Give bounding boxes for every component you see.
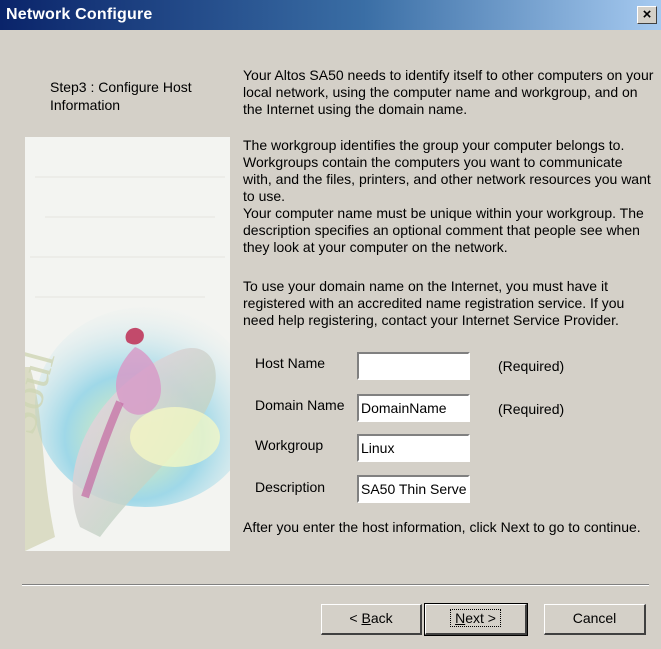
host-name-required-note: (Required) (498, 358, 565, 374)
domain-name-label: Domain Name (255, 397, 345, 413)
next-button-label: Next > (450, 609, 501, 627)
workgroup-label: Workgroup (255, 437, 324, 453)
back-button-label: < Back (349, 610, 393, 626)
description-input[interactable] (357, 475, 470, 503)
close-icon: × (642, 6, 652, 23)
domain-name-input[interactable] (357, 394, 470, 422)
domain-name-required-note: (Required) (498, 401, 565, 417)
wizard-side-image: Soul (25, 137, 230, 551)
window-title: Network Configure (6, 6, 153, 23)
host-name-label: Host Name (255, 355, 326, 371)
intro-paragraph: Your Altos SA50 needs to identify itself… (243, 67, 654, 117)
network-configure-dialog: Network Configure × Step3 : Configure Ho… (0, 0, 661, 649)
title-bar[interactable]: Network Configure × (0, 0, 661, 30)
cancel-button-label: Cancel (572, 610, 617, 626)
cancel-button[interactable]: Cancel (544, 604, 646, 635)
workgroup-input[interactable] (357, 434, 470, 462)
button-separator (22, 584, 649, 586)
back-button[interactable]: < Back (321, 604, 422, 635)
workgroup-paragraph: The workgroup identifies the group your … (243, 137, 651, 255)
next-button[interactable]: Next > (424, 603, 528, 636)
description-label: Description (255, 479, 326, 495)
closing-paragraph: After you enter the host information, cl… (243, 519, 641, 535)
domain-paragraph: To use your domain name on the Internet,… (243, 278, 625, 328)
host-name-input[interactable] (357, 352, 470, 380)
close-button[interactable]: × (637, 6, 657, 24)
step-label: Step3 : Configure Host Information (50, 79, 192, 113)
